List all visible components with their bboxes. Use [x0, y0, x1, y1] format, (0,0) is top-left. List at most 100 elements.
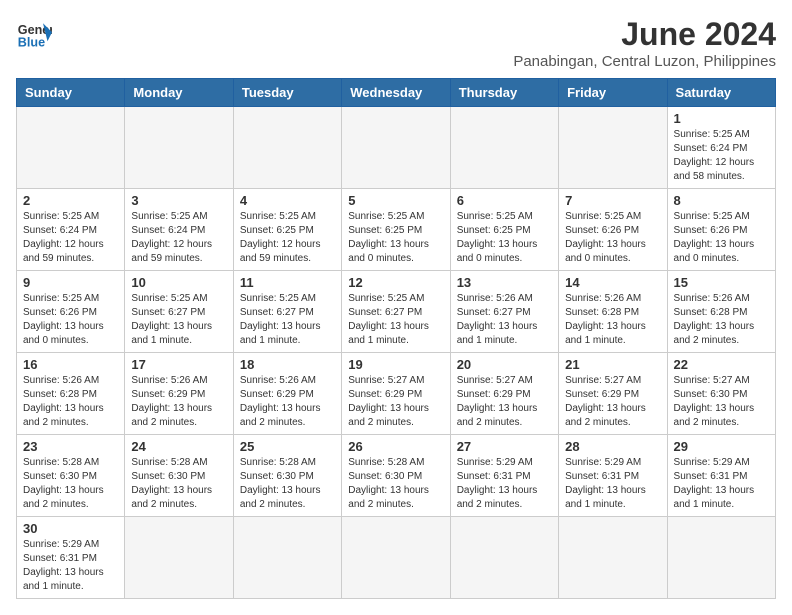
- day-cell: [125, 107, 233, 189]
- day-info: Sunrise: 5:25 AM Sunset: 6:27 PM Dayligh…: [348, 292, 443, 348]
- day-number: 14: [565, 275, 660, 290]
- day-cell: 1 Sunrise: 5:25 AM Sunset: 6:24 PM Daylig…: [667, 107, 775, 189]
- day-cell: 14 Sunrise: 5:26 AM Sunset: 6:28 PM Dayli…: [559, 271, 667, 353]
- day-cell: 30Sunrise: 5:29 AM Sunset: 6:31 PM Dayli…: [17, 517, 125, 599]
- day-cell: 12 Sunrise: 5:25 AM Sunset: 6:27 PM Dayli…: [342, 271, 450, 353]
- day-number: 8: [674, 193, 769, 208]
- day-cell: 22 Sunrise: 5:27 AM Sunset: 6:30 PM Dayli…: [667, 353, 775, 435]
- day-info: Sunrise: 5:27 AM Sunset: 6:29 PM Dayligh…: [348, 374, 443, 430]
- day-header-sunday: Sunday: [17, 79, 125, 107]
- day-header-friday: Friday: [559, 79, 667, 107]
- day-info: Sunrise: 5:29 AM Sunset: 6:31 PM Dayligh…: [565, 456, 660, 512]
- day-cell: [125, 517, 233, 599]
- day-info: Sunrise: 5:26 AM Sunset: 6:29 PM Dayligh…: [240, 374, 335, 430]
- day-info: Sunrise: 5:28 AM Sunset: 6:30 PM Dayligh…: [240, 456, 335, 512]
- week-row-4: 16Sunrise: 5:26 AM Sunset: 6:28 PM Dayli…: [17, 353, 776, 435]
- day-cell: [450, 107, 558, 189]
- day-info: Sunrise: 5:25 AM Sunset: 6:26 PM Dayligh…: [23, 292, 118, 348]
- day-info: Sunrise: 5:27 AM Sunset: 6:30 PM Dayligh…: [674, 374, 769, 430]
- day-cell: 23 Sunrise: 5:28 AM Sunset: 6:30 PM Dayli…: [17, 435, 125, 517]
- day-cell: 19Sunrise: 5:27 AM Sunset: 6:29 PM Dayli…: [342, 353, 450, 435]
- day-info: Sunrise: 5:25 AM Sunset: 6:25 PM Dayligh…: [348, 210, 443, 266]
- day-number: 17: [131, 357, 226, 372]
- day-number: 13: [457, 275, 552, 290]
- day-cell: 13Sunrise: 5:26 AM Sunset: 6:27 PM Dayli…: [450, 271, 558, 353]
- day-number: 26: [348, 439, 443, 454]
- day-number: 7: [565, 193, 660, 208]
- day-number: 29: [674, 439, 769, 454]
- header: General Blue June 2024 Panabingan, Centr…: [16, 16, 776, 70]
- day-cell: 16Sunrise: 5:26 AM Sunset: 6:28 PM Dayli…: [17, 353, 125, 435]
- day-cell: 29 Sunrise: 5:29 AM Sunset: 6:31 PM Dayli…: [667, 435, 775, 517]
- day-number: 6: [457, 193, 552, 208]
- day-cell: 18 Sunrise: 5:26 AM Sunset: 6:29 PM Dayli…: [233, 353, 341, 435]
- day-cell: [450, 517, 558, 599]
- month-title: June 2024: [513, 16, 776, 53]
- svg-text:Blue: Blue: [18, 36, 45, 50]
- calendar-table: SundayMondayTuesdayWednesdayThursdayFrid…: [16, 78, 776, 599]
- day-number: 30: [23, 521, 118, 536]
- day-info: Sunrise: 5:25 AM Sunset: 6:25 PM Dayligh…: [240, 210, 335, 266]
- day-cell: [342, 107, 450, 189]
- day-cell: [233, 107, 341, 189]
- day-number: 10: [131, 275, 226, 290]
- day-cell: 26 Sunrise: 5:28 AM Sunset: 6:30 PM Dayli…: [342, 435, 450, 517]
- day-number: 23: [23, 439, 118, 454]
- day-info: Sunrise: 5:26 AM Sunset: 6:28 PM Dayligh…: [23, 374, 118, 430]
- day-info: Sunrise: 5:29 AM Sunset: 6:31 PM Dayligh…: [674, 456, 769, 512]
- day-info: Sunrise: 5:25 AM Sunset: 6:26 PM Dayligh…: [565, 210, 660, 266]
- logo-icon: General Blue: [16, 16, 52, 52]
- week-row-2: 2 Sunrise: 5:25 AM Sunset: 6:24 PM Daylig…: [17, 189, 776, 271]
- day-number: 9: [23, 275, 118, 290]
- week-row-3: 9 Sunrise: 5:25 AM Sunset: 6:26 PM Daylig…: [17, 271, 776, 353]
- day-info: Sunrise: 5:25 AM Sunset: 6:27 PM Dayligh…: [240, 292, 335, 348]
- day-cell: 2 Sunrise: 5:25 AM Sunset: 6:24 PM Daylig…: [17, 189, 125, 271]
- day-number: 4: [240, 193, 335, 208]
- calendar-body: 1 Sunrise: 5:25 AM Sunset: 6:24 PM Daylig…: [17, 107, 776, 599]
- day-info: Sunrise: 5:26 AM Sunset: 6:28 PM Dayligh…: [674, 292, 769, 348]
- day-number: 21: [565, 357, 660, 372]
- day-info: Sunrise: 5:28 AM Sunset: 6:30 PM Dayligh…: [23, 456, 118, 512]
- day-number: 25: [240, 439, 335, 454]
- day-info: Sunrise: 5:25 AM Sunset: 6:26 PM Dayligh…: [674, 210, 769, 266]
- title-section: June 2024 Panabingan, Central Luzon, Phi…: [513, 16, 776, 70]
- subtitle: Panabingan, Central Luzon, Philippines: [513, 53, 776, 70]
- day-info: Sunrise: 5:25 AM Sunset: 6:24 PM Dayligh…: [131, 210, 226, 266]
- day-number: 18: [240, 357, 335, 372]
- day-cell: 15 Sunrise: 5:26 AM Sunset: 6:28 PM Dayli…: [667, 271, 775, 353]
- day-info: Sunrise: 5:28 AM Sunset: 6:30 PM Dayligh…: [131, 456, 226, 512]
- day-header-monday: Monday: [125, 79, 233, 107]
- day-number: 1: [674, 111, 769, 126]
- day-number: 12: [348, 275, 443, 290]
- day-info: Sunrise: 5:29 AM Sunset: 6:31 PM Dayligh…: [457, 456, 552, 512]
- day-number: 27: [457, 439, 552, 454]
- day-number: 2: [23, 193, 118, 208]
- day-cell: 10 Sunrise: 5:25 AM Sunset: 6:27 PM Dayli…: [125, 271, 233, 353]
- day-number: 22: [674, 357, 769, 372]
- day-cell: [233, 517, 341, 599]
- day-number: 11: [240, 275, 335, 290]
- day-cell: 25 Sunrise: 5:28 AM Sunset: 6:30 PM Dayli…: [233, 435, 341, 517]
- day-cell: 24 Sunrise: 5:28 AM Sunset: 6:30 PM Dayli…: [125, 435, 233, 517]
- day-cell: 21Sunrise: 5:27 AM Sunset: 6:29 PM Dayli…: [559, 353, 667, 435]
- day-info: Sunrise: 5:27 AM Sunset: 6:29 PM Dayligh…: [457, 374, 552, 430]
- day-info: Sunrise: 5:25 AM Sunset: 6:24 PM Dayligh…: [674, 128, 769, 184]
- day-number: 15: [674, 275, 769, 290]
- day-number: 20: [457, 357, 552, 372]
- day-info: Sunrise: 5:26 AM Sunset: 6:28 PM Dayligh…: [565, 292, 660, 348]
- day-info: Sunrise: 5:28 AM Sunset: 6:30 PM Dayligh…: [348, 456, 443, 512]
- day-info: Sunrise: 5:26 AM Sunset: 6:29 PM Dayligh…: [131, 374, 226, 430]
- day-info: Sunrise: 5:25 AM Sunset: 6:27 PM Dayligh…: [131, 292, 226, 348]
- day-header-saturday: Saturday: [667, 79, 775, 107]
- day-cell: [667, 517, 775, 599]
- week-row-5: 23 Sunrise: 5:28 AM Sunset: 6:30 PM Dayli…: [17, 435, 776, 517]
- day-number: 3: [131, 193, 226, 208]
- week-row-6: 30Sunrise: 5:29 AM Sunset: 6:31 PM Dayli…: [17, 517, 776, 599]
- day-number: 28: [565, 439, 660, 454]
- day-header-tuesday: Tuesday: [233, 79, 341, 107]
- day-cell: 27 Sunrise: 5:29 AM Sunset: 6:31 PM Dayli…: [450, 435, 558, 517]
- day-cell: 4 Sunrise: 5:25 AM Sunset: 6:25 PM Daylig…: [233, 189, 341, 271]
- day-number: 24: [131, 439, 226, 454]
- day-info: Sunrise: 5:25 AM Sunset: 6:24 PM Dayligh…: [23, 210, 118, 266]
- day-header-thursday: Thursday: [450, 79, 558, 107]
